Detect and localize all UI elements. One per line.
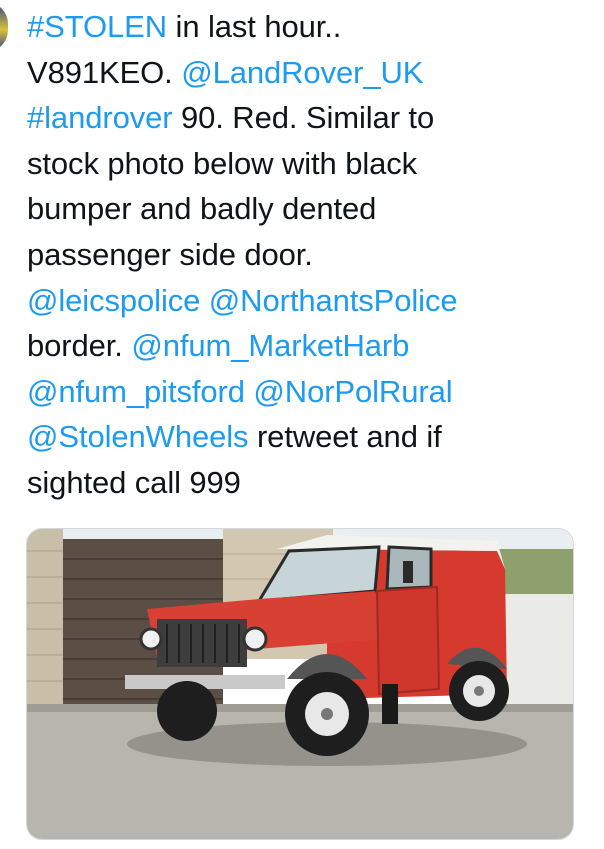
author-avatar[interactable] [0, 2, 8, 52]
tweet-line: stock photo below with black [27, 141, 597, 187]
mention-link[interactable]: @StolenWheels [27, 419, 249, 454]
tweet-line: sighted call 999 [27, 460, 597, 506]
tweet-text-segment [200, 283, 209, 318]
tweet-text-segment: stock photo below with black [27, 145, 418, 181]
tweet-text-segment: border. [27, 328, 132, 364]
tweet-line: @leicspolice @NorthantsPolice [27, 278, 597, 324]
tweet-line: passenger side door. [27, 232, 597, 278]
mention-link[interactable]: @NorthantsPolice [209, 283, 458, 318]
tweet-line: V891KEO. @LandRover_UK [27, 50, 597, 96]
tweet-text-segment: in last hour.. [167, 9, 342, 44]
mention-link[interactable]: @NorPolRural [253, 374, 452, 409]
tweet-text: #STOLEN in last hour.. V891KEO. @LandRove… [27, 4, 597, 506]
tweet-text-segment: retweet and if [248, 419, 442, 455]
tweet-text-segment: bumper and badly dented [27, 191, 377, 227]
hashtag-link[interactable]: #landrover [27, 100, 173, 135]
land-rover-photo [27, 529, 573, 839]
tweet-text-segment: V891KEO. [27, 54, 182, 90]
mention-link[interactable]: @leicspolice [27, 283, 200, 318]
tweet-line: border. @nfum_MarketHarb [27, 323, 597, 369]
mention-link[interactable]: @nfum_pitsford [27, 374, 245, 409]
tweet-text-segment: passenger side door. [27, 236, 313, 272]
tweet-line: @nfum_pitsford @NorPolRural [27, 369, 597, 415]
tweet-line: bumper and badly dented [27, 186, 597, 232]
tweet-text-segment: 90. Red. Similar to [172, 100, 435, 136]
hashtag-link[interactable]: #STOLEN [27, 9, 167, 44]
tweet-line: @StolenWheels retweet and if [27, 414, 597, 460]
tweet-text-segment: sighted call 999 [27, 464, 241, 500]
mention-link[interactable]: @LandRover_UK [181, 55, 423, 90]
mention-link[interactable]: @nfum_MarketHarb [131, 328, 409, 363]
tweet-line: #STOLEN in last hour.. [27, 4, 597, 50]
tweet-line: #landrover 90. Red. Similar to [27, 95, 597, 141]
tweet-media-photo[interactable] [26, 528, 574, 840]
